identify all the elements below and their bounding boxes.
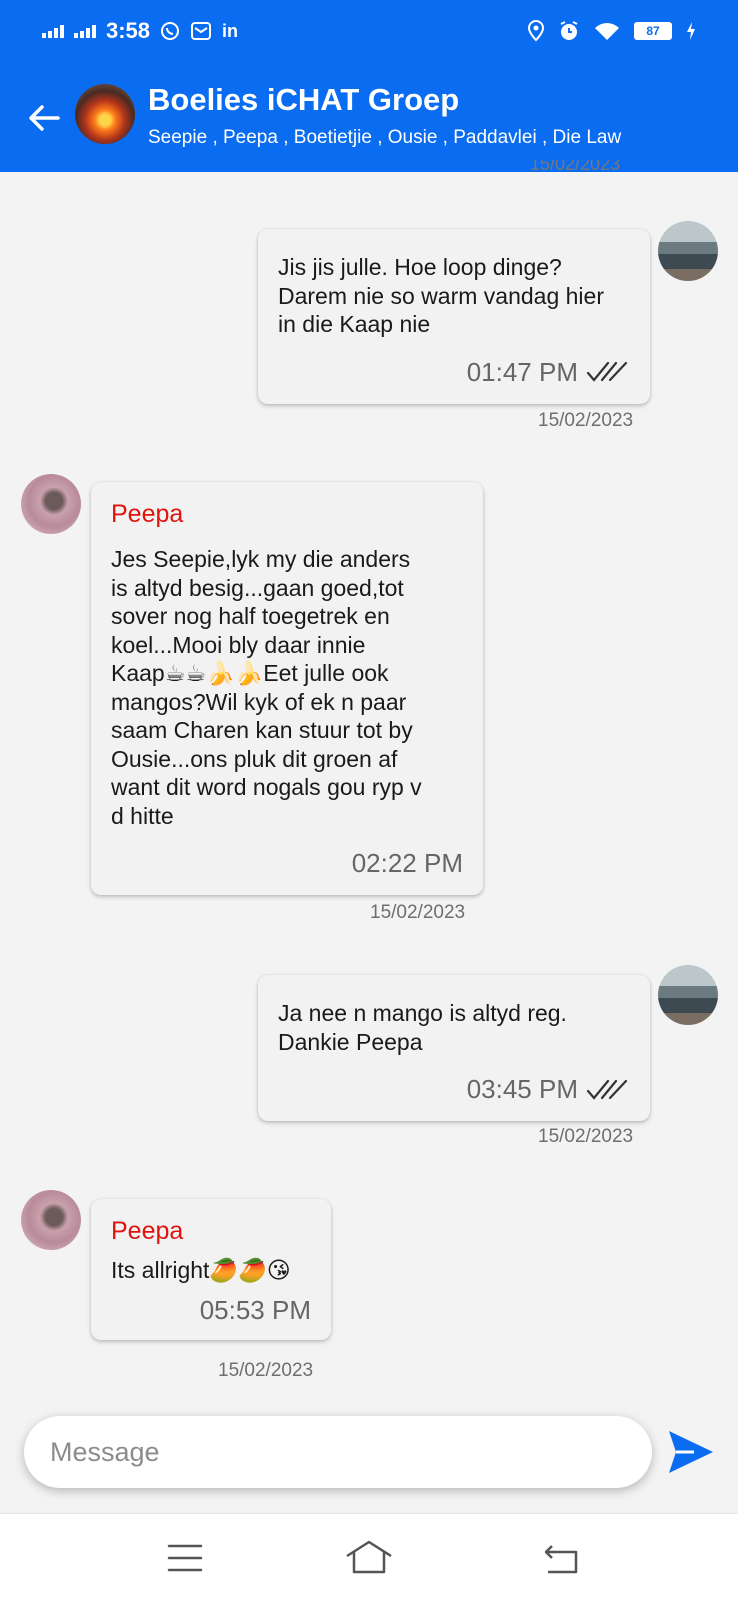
outgoing-message-bubble[interactable]: Jis jis julle. Hoe loop dinge? Darem nie… <box>258 229 650 404</box>
wifi-icon <box>595 23 619 40</box>
avatar[interactable] <box>658 965 718 1025</box>
message-text: Jis jis julle. Hoe loop dinge? Darem nie… <box>278 254 604 337</box>
status-bar: 3:58 in 87 <box>0 0 738 62</box>
back-arrow-icon[interactable] <box>24 98 64 138</box>
incoming-message-bubble[interactable]: Peepa Its allright🥭🥭😘 05:53 PM <box>91 1199 331 1340</box>
incoming-message-bubble[interactable]: Peepa Jes Seepie,lyk my die anders is al… <box>91 482 483 895</box>
message-text: Ja nee n mango is altyd reg. Dankie Peep… <box>278 1000 567 1055</box>
signal-icon <box>74 24 96 38</box>
message-time: 03:45 PM <box>466 1074 578 1104</box>
read-receipt-icon <box>586 361 628 382</box>
app-header: 3:58 in 87 Boelies iCHAT Groep Seepie , … <box>0 0 738 172</box>
outgoing-message-bubble[interactable]: Ja nee n mango is altyd reg. Dankie Peep… <box>258 975 650 1121</box>
date-label-cut: 15/02/2023 <box>530 160 621 174</box>
message-input[interactable] <box>24 1416 652 1488</box>
signal-icon <box>42 24 64 38</box>
message-date: 15/02/2023 <box>538 410 634 431</box>
message-text: Its allright🥭🥭😘 <box>111 1257 291 1283</box>
whatsapp-icon <box>161 22 180 40</box>
location-icon <box>528 20 544 42</box>
message-date: 15/02/2023 <box>538 1126 634 1147</box>
read-receipt-icon <box>586 1079 628 1100</box>
battery-icon: 87 <box>634 22 672 40</box>
message-date: 15/02/2023 <box>218 1360 314 1381</box>
group-members[interactable]: Seepie , Peepa , Boetietjie , Ousie , Pa… <box>148 127 621 149</box>
send-icon[interactable] <box>666 1427 716 1477</box>
sender-name: Peepa <box>111 500 184 528</box>
system-nav-bar <box>0 1513 738 1600</box>
group-title[interactable]: Boelies iCHAT Groep <box>148 82 459 118</box>
menu-icon[interactable] <box>165 1538 205 1578</box>
chat-titlebar: Boelies iCHAT Groep Seepie , Peepa , Boe… <box>0 80 738 160</box>
message-text: Jes Seepie,lyk my die anders is altyd be… <box>111 546 422 829</box>
message-composer <box>24 1416 652 1488</box>
status-time: 3:58 <box>106 18 151 43</box>
message-time: 01:47 PM <box>466 356 578 387</box>
alarm-icon <box>560 21 578 40</box>
back-icon[interactable] <box>542 1538 582 1578</box>
avatar[interactable] <box>21 1190 81 1250</box>
sender-name: Peepa <box>111 1217 184 1245</box>
linkedin-icon: in <box>222 20 239 41</box>
avatar[interactable] <box>658 221 718 281</box>
mail-icon <box>191 22 212 40</box>
home-icon[interactable] <box>344 1538 394 1578</box>
charging-icon <box>687 22 695 40</box>
message-time: 05:53 PM <box>199 1294 311 1325</box>
message-time: 02:22 PM <box>351 848 463 878</box>
group-avatar[interactable] <box>75 84 135 144</box>
message-date: 15/02/2023 <box>370 902 466 923</box>
avatar[interactable] <box>21 474 81 534</box>
